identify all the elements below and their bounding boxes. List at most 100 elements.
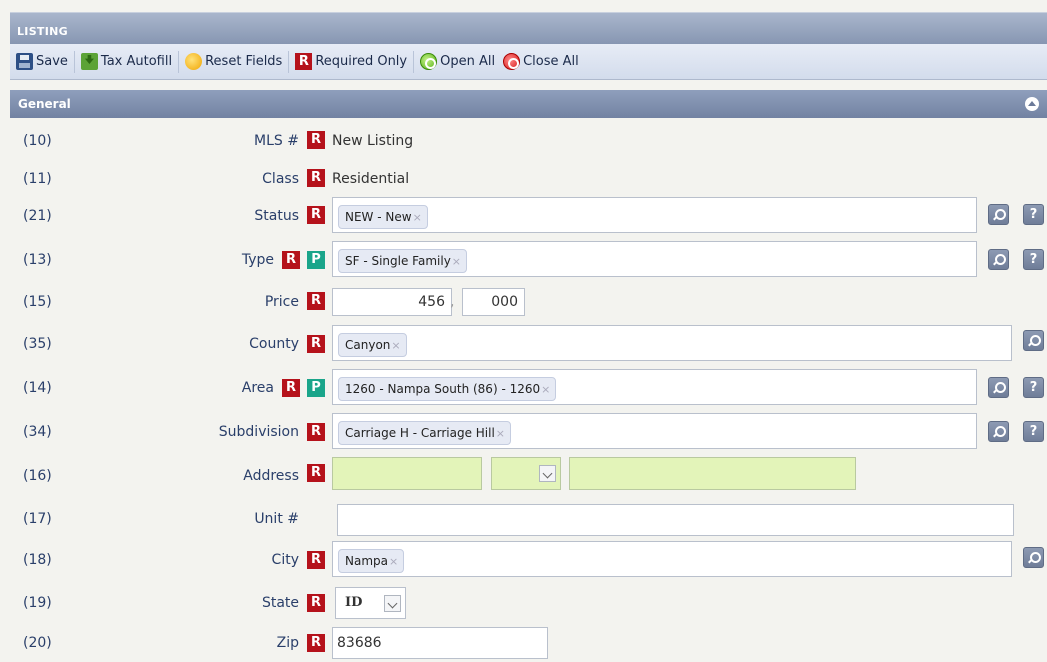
type-lookup-icon[interactable] [988,249,1009,270]
open-all-button[interactable]: Open All [416,49,499,75]
status-chip[interactable]: NEW - New× [338,205,428,229]
street-number-input[interactable] [332,457,482,490]
area-lookup-icon[interactable] [988,377,1009,398]
field-row-state: (19) State R ID [10,584,1047,622]
field-label-county: County [249,336,299,352]
required-badge: R [307,634,325,652]
field-number: (21) [23,208,52,224]
street-direction-select[interactable] [491,457,561,490]
required-badge: R [307,551,325,569]
type-chip[interactable]: SF - Single Family× [338,249,468,273]
chip-remove-icon[interactable]: × [452,255,461,268]
price-units-input[interactable]: 000 [462,288,525,316]
street-name-input[interactable] [569,457,856,490]
field-number: (34) [23,424,52,440]
county-chip[interactable]: Canyon× [338,333,407,357]
required-badge: R [307,335,325,353]
required-only-label: Required Only [315,54,408,69]
field-row-class: (11) Class R Residential [10,161,1047,197]
area-help-icon[interactable]: ? [1023,377,1044,398]
area-select[interactable]: 1260 - Nampa South (86) - 1260× [332,369,977,405]
unit-input[interactable] [337,504,1014,536]
chip-remove-icon[interactable]: × [496,427,505,440]
status-help-icon[interactable]: ? [1023,204,1044,225]
field-label-type: Type [241,252,274,268]
toolbar-separator [178,50,180,73]
county-chip-label: Canyon [345,338,391,352]
listing-header: LISTING [10,12,1047,44]
class-value: Residential [332,171,410,187]
reset-fields-label: Reset Fields [205,54,283,69]
type-help-icon[interactable]: ? [1023,249,1044,270]
field-label-class: Class [262,171,299,187]
city-select[interactable]: Nampa× [332,541,1012,577]
field-label-subdivision: Subdivision [218,424,299,440]
field-row-mls: (10) MLS # R New Listing [10,123,1047,159]
chip-remove-icon[interactable]: × [391,339,400,352]
required-badge: R [282,379,300,397]
field-number: (14) [23,380,52,396]
field-number: (19) [23,595,52,611]
save-button[interactable]: Save [12,49,72,75]
chevron-down-icon[interactable] [384,595,401,612]
required-badge: R [282,251,300,269]
subdivision-chip-label: Carriage H - Carriage Hill [345,426,495,440]
chevron-down-icon[interactable] [539,465,556,482]
collapse-section-button[interactable] [1025,97,1039,111]
status-chip-label: NEW - New [345,210,412,224]
type-select[interactable]: SF - Single Family× [332,241,977,277]
field-number: (20) [23,635,52,651]
reset-fields-button[interactable]: Reset Fields [181,49,286,75]
city-lookup-icon[interactable] [1023,547,1044,568]
county-select[interactable]: Canyon× [332,325,1012,361]
field-label-state: State [261,595,299,611]
field-label-city: City [271,552,299,568]
chip-remove-icon[interactable]: × [541,383,550,396]
close-all-label: Close All [523,54,579,69]
price-thousands-input[interactable]: 456 [332,288,452,316]
listing-panel: LISTING Save Tax Autofill Reset Fields R… [10,6,1047,662]
field-label-area: Area [241,380,274,396]
state-select[interactable]: ID [335,587,406,619]
status-lookup-icon[interactable] [988,204,1009,225]
p-badge: P [307,251,325,269]
county-lookup-icon[interactable] [1023,330,1044,351]
field-row-price: (15) Price R 456 , 000 [10,284,1047,320]
field-number: (16) [23,468,52,484]
area-chip[interactable]: 1260 - Nampa South (86) - 1260× [338,377,557,401]
field-row-area: (14) Area R P 1260 - Nampa South (86) - … [10,368,1047,408]
subdivision-chip[interactable]: Carriage H - Carriage Hill× [338,421,512,445]
subdivision-lookup-icon[interactable] [988,421,1009,442]
chip-remove-icon[interactable]: × [413,211,422,224]
close-all-icon [503,53,521,70]
field-label-price: Price [264,294,299,310]
subdivision-help-icon[interactable]: ? [1023,421,1044,442]
required-badge: R [307,594,325,612]
close-all-button[interactable]: Close All [499,49,583,75]
section-title: General [18,97,71,111]
save-icon [16,53,33,70]
city-chip-label: Nampa [345,554,388,568]
required-only-button[interactable]: R Required Only [291,49,411,75]
save-label: Save [36,54,68,69]
tax-autofill-label: Tax Autofill [100,54,173,69]
state-value: ID [345,595,363,610]
field-label-mls: MLS # [254,133,299,149]
open-all-label: Open All [440,54,496,69]
p-badge: P [307,379,325,397]
status-select[interactable]: NEW - New× [332,197,977,233]
field-number: (17) [23,511,52,527]
field-row-type: (13) Type R P SF - Single Family× ? [10,240,1047,280]
toolbar: Save Tax Autofill Reset Fields R Require… [10,44,1047,80]
field-row-subdivision: (34) Subdivision R Carriage H - Carriage… [10,412,1047,452]
field-label-unit: Unit # [254,511,299,527]
price-separator: , [450,294,455,310]
zip-input[interactable]: 83686 [332,627,548,659]
chip-remove-icon[interactable]: × [389,555,398,568]
tax-autofill-button[interactable]: Tax Autofill [77,49,176,75]
reset-icon [185,53,203,70]
subdivision-select[interactable]: Carriage H - Carriage Hill× [332,413,977,449]
type-chip-label: SF - Single Family [345,254,451,268]
city-chip[interactable]: Nampa× [338,549,405,573]
field-row-address: (16) Address R [10,456,1047,496]
